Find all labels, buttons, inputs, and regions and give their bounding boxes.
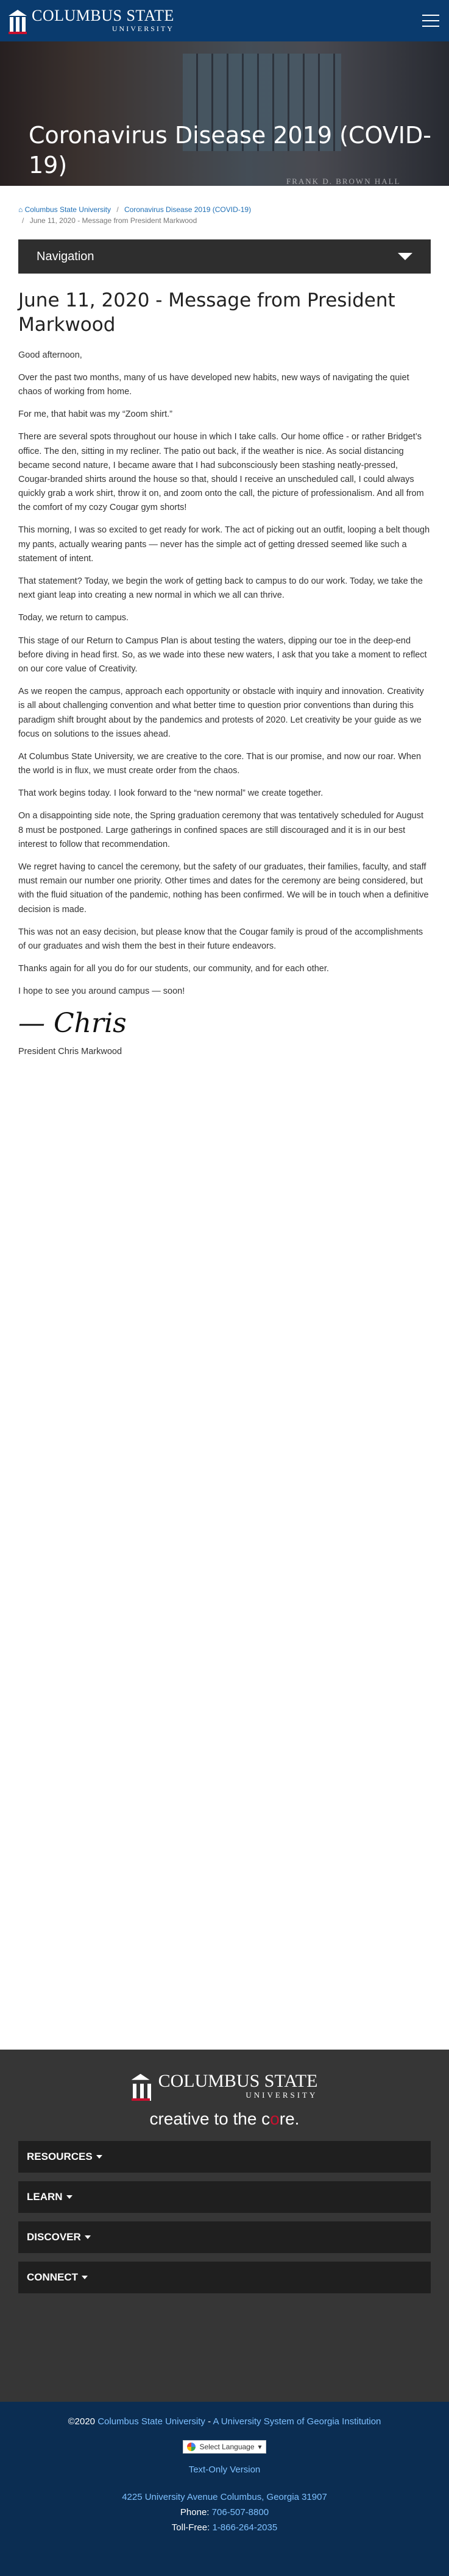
- article-paragraph: For me, that habit was my “Zoom shirt.”: [18, 409, 173, 420]
- caret-down-icon: [84, 2235, 91, 2239]
- site-footer: Columbus State University creative to th…: [0, 2049, 449, 2402]
- home-icon[interactable]: ⌂: [18, 205, 23, 214]
- navigation-toggle[interactable]: Navigation: [18, 239, 431, 274]
- breadcrumb-covid[interactable]: Coronavirus Disease 2019 (COVID-19): [124, 205, 251, 214]
- tollfree: Toll-Free: 1-866-264-2035: [171, 2522, 278, 2533]
- university-sub: University: [111, 24, 174, 33]
- university-crest-icon: [131, 2072, 152, 2101]
- signoff: President Chris Markwood: [18, 1046, 122, 1056]
- footer-logo[interactable]: Columbus State University: [0, 2072, 449, 2101]
- university-crest-icon: [9, 7, 27, 34]
- signature: — Chris: [18, 1007, 127, 1039]
- caret-down-icon: [66, 2195, 72, 2199]
- caret-down-icon: [82, 2275, 88, 2279]
- footer-section-learn[interactable]: LEARN: [18, 2181, 431, 2213]
- footer-university-name: Columbus State: [158, 2070, 318, 2091]
- university-name: Columbus State: [32, 7, 174, 24]
- chevron-down-icon: ▾: [258, 2442, 262, 2451]
- usg-link[interactable]: A University System of Georgia Instituti…: [213, 2416, 381, 2427]
- breadcrumb-separator: /: [116, 205, 119, 214]
- article-paragraph: Good afternoon,: [18, 350, 82, 360]
- copyright-link[interactable]: Columbus State University: [97, 2416, 205, 2427]
- article-paragraph: Today, we return to campus.: [18, 613, 129, 623]
- article-paragraph: At Columbus State University, we are cre…: [18, 751, 422, 776]
- tollfree-link[interactable]: 1-866-264-2035: [212, 2522, 277, 2533]
- breadcrumb-home[interactable]: Columbus State University: [25, 205, 111, 214]
- article-paragraph: This stage of our Return to Campus Plan …: [18, 635, 427, 674]
- article-paragraph: That statement? Today, we begin the work…: [18, 576, 423, 601]
- article-title: June 11, 2020 - Message from President M…: [18, 289, 395, 336]
- article-paragraph: On a disappointing side note, the Spring…: [18, 811, 424, 849]
- article-paragraph: This morning, I was so excited to get re…: [18, 525, 430, 564]
- article-paragraph: This was not an easy decision, but pleas…: [18, 927, 423, 951]
- footer-section-discover[interactable]: DISCOVER: [18, 2221, 431, 2253]
- article-paragraph: I hope to see you around campus — soon!: [18, 986, 185, 997]
- article-paragraph: Over the past two months, many of us hav…: [18, 372, 409, 397]
- footer-section-connect[interactable]: CONNECT: [18, 2261, 431, 2293]
- article-paragraph: We regret having to cancel the ceremony,…: [18, 862, 429, 915]
- breadcrumb-separator: /: [22, 216, 24, 225]
- article-paragraph: That work begins today. I look forward t…: [18, 788, 323, 799]
- article-paragraph: Thanks again for all you do for our stud…: [18, 964, 329, 974]
- footer-bottom: ©2020 Columbus State University - A Univ…: [0, 2401, 449, 2576]
- article-paragraph: As we reopen the campus, approach each o…: [18, 687, 424, 739]
- hamburger-icon[interactable]: [422, 15, 439, 27]
- caret-down-icon: [96, 2154, 102, 2159]
- address-link[interactable]: 4225 University Avenue Columbus, Georgia…: [122, 2492, 327, 2502]
- phone-link[interactable]: 706-507-8800: [212, 2507, 269, 2518]
- university-logo[interactable]: Columbus State University: [9, 7, 174, 34]
- article: June 11, 2020 - Message from President M…: [0, 288, 449, 1059]
- tagline: creative to the core.: [149, 2109, 300, 2128]
- footer-university-sub: University: [246, 2090, 318, 2100]
- text-only-link[interactable]: Text-Only Version: [189, 2465, 261, 2475]
- site-header: Columbus State University: [0, 0, 449, 41]
- language-select[interactable]: Select Language ▾: [183, 2440, 266, 2454]
- navigation-label: Navigation: [37, 249, 94, 263]
- blank-area: [0, 1067, 449, 2050]
- google-icon: [187, 2442, 196, 2451]
- hero-title: Coronavirus Disease 2019 (COVID-19): [29, 122, 431, 179]
- hero-banner: FRANK D. BROWN HALL Coronavirus Disease …: [0, 41, 449, 186]
- caret-down-icon: [398, 253, 412, 260]
- phone: Phone: 706-507-8800: [180, 2507, 269, 2518]
- breadcrumb: ⌂ Columbus State University / Coronaviru…: [0, 186, 449, 239]
- footer-section-resources[interactable]: RESOURCES: [18, 2140, 431, 2173]
- copyright: ©2020 Columbus State University - A Univ…: [68, 2416, 381, 2427]
- breadcrumb-current: June 11, 2020 - Message from President M…: [29, 216, 197, 225]
- article-paragraph: There are several spots throughout our h…: [18, 432, 424, 513]
